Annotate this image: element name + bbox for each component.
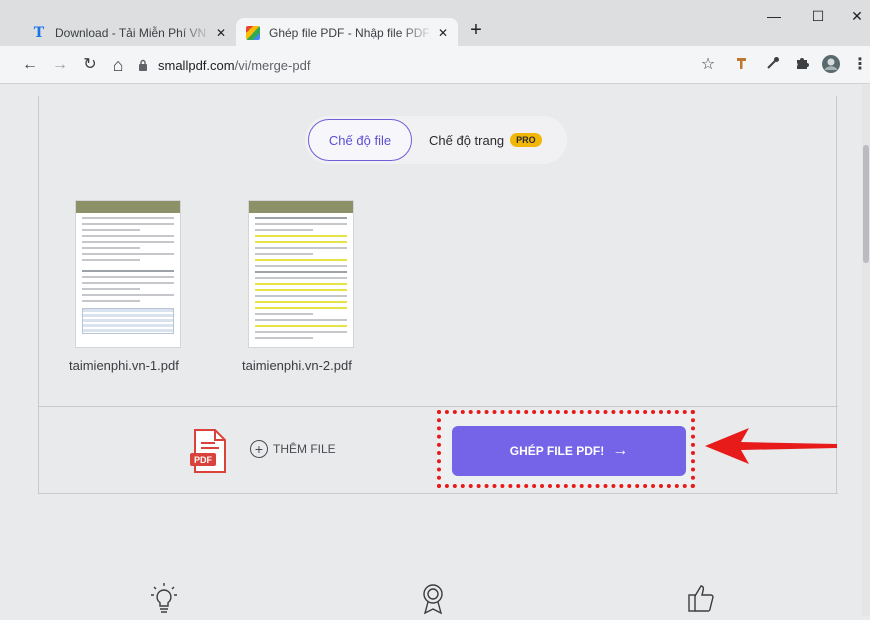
file-mode-tab[interactable]: Chế độ file bbox=[308, 119, 412, 161]
forward-button[interactable]: → bbox=[48, 53, 72, 77]
smallpdf-favicon-icon bbox=[246, 26, 260, 40]
page-scrollbar[interactable] bbox=[862, 85, 870, 616]
url-path: /vi/merge-pdf bbox=[234, 57, 311, 73]
url-host: smallpdf.com bbox=[158, 57, 235, 73]
menu-kebab-icon[interactable]: ⋮ bbox=[850, 55, 870, 75]
page-mode-label: Chế độ trang bbox=[429, 132, 505, 148]
close-window-button[interactable]: ✕ bbox=[842, 8, 870, 25]
reload-button[interactable]: ↻ bbox=[78, 53, 102, 77]
file-name-2: taimienphi.vn-2.pdf bbox=[242, 358, 352, 373]
pro-badge: PRO bbox=[510, 133, 542, 147]
tab-merge-pdf[interactable]: Ghép file PDF - Nhập file PDF trự ✕ bbox=[236, 18, 458, 48]
minimize-button[interactable]: — bbox=[759, 8, 789, 24]
lightbulb-icon bbox=[148, 581, 180, 615]
merge-pdf-button[interactable]: GHÉP FILE PDF! → bbox=[452, 426, 686, 476]
tab-title: Ghép file PDF - Nhập file PDF trự bbox=[269, 26, 434, 40]
page-mode-tab[interactable]: Chế độ trang PRO bbox=[429, 119, 542, 161]
file-thumbnail-1[interactable] bbox=[75, 200, 181, 348]
taimienphi-favicon-icon: T bbox=[33, 25, 45, 41]
mode-toggle: Chế độ file Chế độ trang PRO bbox=[305, 116, 567, 164]
pdf-file-icon: PDF bbox=[189, 428, 229, 474]
arrow-right-icon: → bbox=[612, 442, 629, 459]
award-icon bbox=[417, 581, 449, 615]
scrollbar-thumb[interactable] bbox=[863, 145, 869, 263]
plus-circle-icon: + bbox=[250, 440, 268, 458]
add-file-button[interactable]: + THÊM FILE bbox=[250, 440, 336, 458]
page-content: Chế độ file Chế độ trang PRO taimienphi.… bbox=[0, 85, 862, 616]
lock-icon bbox=[136, 59, 150, 71]
extension-hammer-icon[interactable] bbox=[732, 55, 752, 75]
browser-window: T Download - Tải Miễn Phí VN - Pl ✕ Ghép… bbox=[0, 0, 870, 616]
maximize-button[interactable]: ☐ bbox=[803, 8, 833, 25]
back-button[interactable]: ← bbox=[18, 53, 42, 77]
browser-toolbar: ← → ↻ ⌂ smallpdf.com/vi/merge-pdf ☆ ⋮ bbox=[0, 46, 870, 84]
tab-title: Download - Tải Miễn Phí VN - Pl bbox=[55, 26, 212, 40]
tab-download[interactable]: T Download - Tải Miễn Phí VN - Pl ✕ bbox=[22, 18, 236, 48]
tab-strip: T Download - Tải Miễn Phí VN - Pl ✕ Ghép… bbox=[0, 0, 870, 48]
profile-avatar[interactable] bbox=[821, 55, 841, 75]
home-button[interactable]: ⌂ bbox=[106, 53, 130, 77]
close-tab-icon[interactable]: ✕ bbox=[434, 26, 452, 40]
new-tab-button[interactable]: + bbox=[466, 19, 486, 42]
pdf-icon-label: PDF bbox=[194, 455, 213, 465]
merge-pdf-label: GHÉP FILE PDF! bbox=[509, 444, 605, 458]
eyedropper-icon[interactable] bbox=[763, 55, 783, 75]
file-name-1: taimienphi.vn-1.pdf bbox=[69, 358, 179, 373]
add-file-label: THÊM FILE bbox=[273, 442, 336, 456]
address-bar[interactable]: smallpdf.com/vi/merge-pdf bbox=[136, 53, 726, 77]
thumbs-up-icon bbox=[686, 581, 718, 615]
extensions-puzzle-icon[interactable] bbox=[792, 55, 812, 75]
file-thumbnail-2[interactable] bbox=[248, 200, 354, 348]
close-tab-icon[interactable]: ✕ bbox=[212, 26, 230, 40]
bookmark-star-icon[interactable]: ☆ bbox=[698, 55, 718, 75]
red-arrow-icon bbox=[705, 428, 837, 464]
